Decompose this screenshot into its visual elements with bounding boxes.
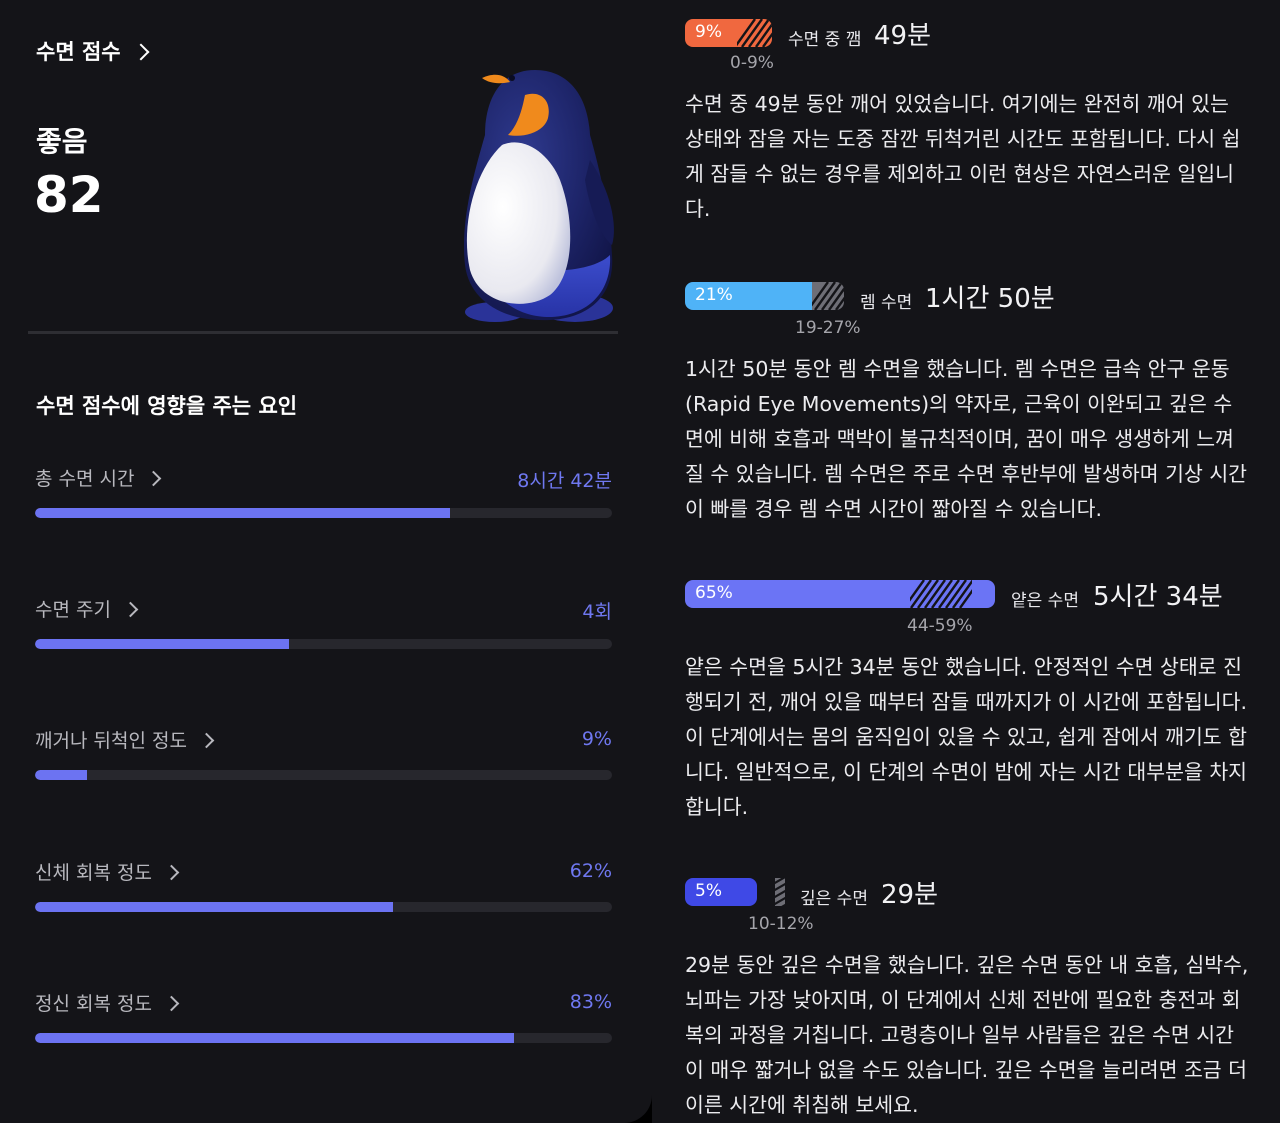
target-range-hatch — [775, 878, 785, 906]
factor-label: 신체 회복 정도 — [35, 862, 152, 884]
factor-label-wrap: 수면 주기 — [35, 595, 139, 622]
factor-progress-track — [35, 770, 612, 780]
sleep-stages-panel: 9% 수면 중 깸 49분 0-9% 수면 중 49분 동안 깨어 있었습니다.… — [652, 0, 1280, 1123]
sleep-rating: 좋음 — [36, 125, 88, 158]
factor-progress-track — [35, 1033, 612, 1043]
stage-percent: 9% — [695, 22, 722, 42]
factor-label: 총 수면 시간 — [35, 468, 135, 490]
stage-percent: 21% — [695, 285, 733, 305]
chevron-right-icon — [122, 601, 139, 617]
stage-description: 29분 동안 깊은 수면을 했습니다. 깊은 수면 동안 내 호흡, 심박수, … — [685, 953, 1249, 1117]
stage-description: 얕은 수면을 5시간 34분 동안 했습니다. 안정적인 수면 상태로 진행되기… — [685, 655, 1248, 819]
stage-name: 수면 중 깸 — [788, 30, 862, 50]
chevron-right-icon — [146, 470, 162, 486]
stage-bar: 5% — [685, 878, 757, 906]
sleep-score-link[interactable]: 수면 점수 — [36, 36, 150, 66]
factor-physical-recovery[interactable]: 신체 회복 정도 62% — [35, 858, 612, 918]
factor-value: 62% — [569, 860, 612, 882]
factor-label-wrap: 총 수면 시간 — [35, 464, 162, 491]
sleep-score-panel: 수면 점수 좋음 82 수면 점수에 영향을 주는 요인 총 수면 시간 8시간… — [0, 0, 652, 1123]
factor-value: 9% — [581, 728, 612, 750]
stage-target-range: 19-27% — [795, 318, 861, 338]
factor-label: 정신 회복 정도 — [35, 993, 152, 1015]
stage-target-range: 44-59% — [907, 616, 973, 636]
factor-mental-recovery[interactable]: 정신 회복 정도 83% — [35, 989, 612, 1049]
factor-progress-track — [35, 639, 612, 649]
factor-label: 수면 주기 — [35, 599, 111, 621]
stage-bar: 65% — [685, 580, 995, 608]
chevron-right-icon — [163, 864, 180, 880]
sleep-score-value: 82 — [34, 166, 104, 224]
stage-percent: 5% — [695, 881, 722, 901]
stage-bar: 21% — [685, 282, 844, 310]
stage-description: 수면 중 49분 동안 깨어 있었습니다. 여기에는 완전히 깨어 있는 상태와… — [685, 92, 1241, 221]
stage-duration: 1시간 50분 — [925, 284, 1055, 314]
stage-duration: 5시간 34분 — [1093, 582, 1223, 612]
stage-percent: 65% — [695, 583, 733, 603]
stage-target-range: 10-12% — [748, 914, 814, 934]
factor-progress-track — [35, 508, 612, 518]
factor-progress-track — [35, 902, 612, 912]
factor-progress-fill — [35, 639, 289, 649]
factor-progress-fill — [35, 902, 393, 912]
target-range-hatch — [812, 282, 844, 310]
stage-target-range: 0-9% — [730, 53, 774, 73]
factor-label-wrap: 깨거나 뒤척인 정도 — [35, 726, 215, 753]
factor-awake-restless[interactable]: 깨거나 뒤척인 정도 9% — [35, 726, 612, 786]
chevron-right-icon — [163, 995, 180, 1011]
divider — [28, 331, 618, 334]
factor-progress-fill — [35, 1033, 514, 1043]
factor-label-wrap: 신체 회복 정도 — [35, 858, 180, 885]
penguin-mascot-icon — [464, 70, 614, 322]
stage-name: 깊은 수면 — [800, 889, 868, 909]
chevron-right-icon — [132, 43, 150, 60]
factor-value: 8시간 42분 — [517, 470, 612, 492]
stage-duration: 49분 — [874, 21, 932, 51]
factor-progress-fill — [35, 508, 451, 518]
stage-description: 1시간 50분 동안 렘 수면을 했습니다. 렘 수면은 급속 안구 운동(Ra… — [685, 357, 1248, 521]
factor-value: 83% — [569, 991, 612, 1013]
factor-label: 깨거나 뒤척인 정도 — [35, 730, 187, 752]
stage-bar: 9% — [685, 19, 772, 47]
factor-label-wrap: 정신 회복 정도 — [35, 989, 180, 1016]
stage-name: 얕은 수면 — [1011, 591, 1079, 611]
sleep-score-title: 수면 점수 — [36, 40, 121, 64]
stage-duration: 29분 — [881, 880, 939, 910]
factor-value: 4회 — [582, 601, 612, 623]
factors-title: 수면 점수에 영향을 주는 요인 — [36, 394, 298, 418]
stage-name: 렘 수면 — [860, 293, 913, 313]
factor-total-sleep-time[interactable]: 총 수면 시간 8시간 42분 — [35, 464, 612, 524]
target-range-hatch — [910, 580, 972, 608]
factor-progress-fill — [35, 770, 87, 780]
chevron-right-icon — [198, 732, 215, 748]
target-range-hatch — [737, 19, 772, 47]
factor-sleep-cycles[interactable]: 수면 주기 4회 — [35, 595, 612, 655]
